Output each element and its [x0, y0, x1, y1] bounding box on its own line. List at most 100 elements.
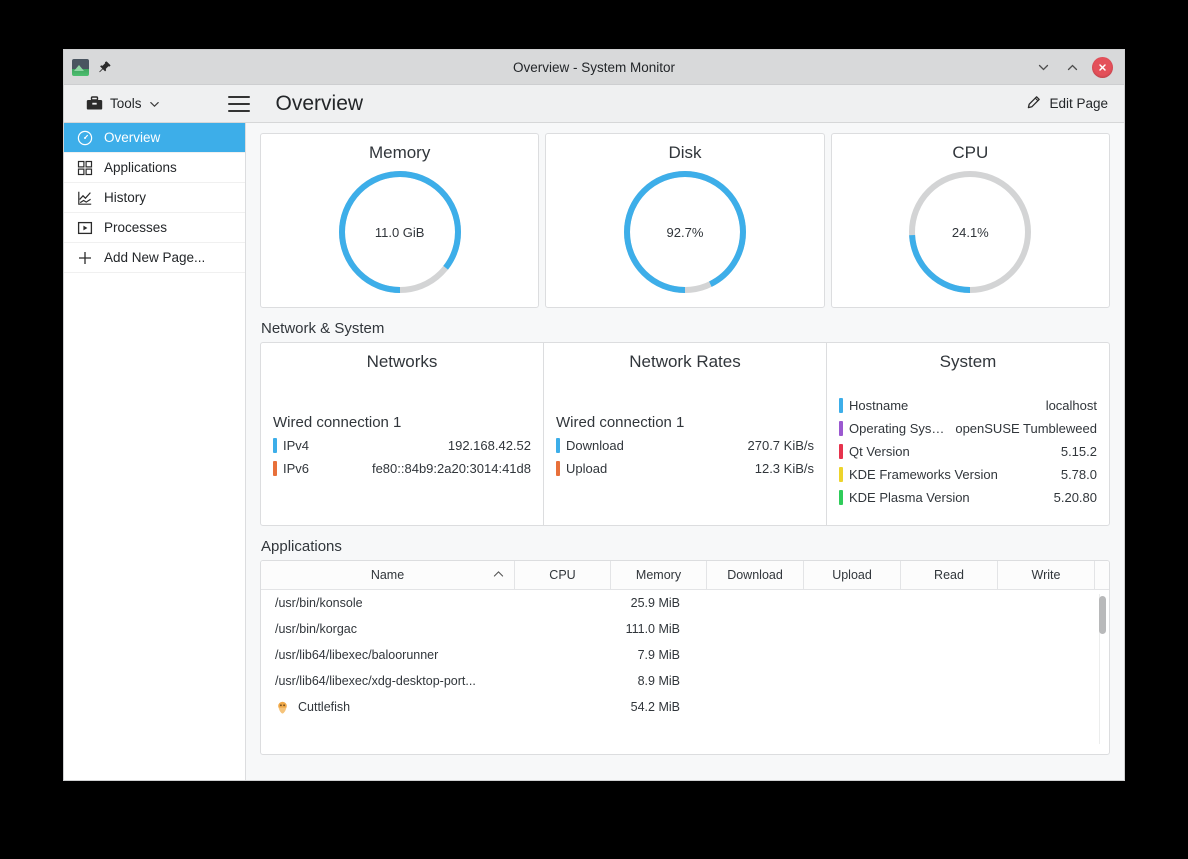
row-value: 5.20.80 [1053, 490, 1097, 505]
system-row: Operating Syste... openSUSE Tumbleweed [839, 417, 1097, 440]
table-row[interactable]: Cuttlefish 54.2 MiB [261, 694, 1109, 720]
gauge-title: CPU [952, 143, 989, 162]
cuttlefish-app-icon [275, 700, 290, 715]
sidebar-item-overview[interactable]: Overview [64, 123, 245, 153]
row-value: localhost [1045, 398, 1097, 413]
networks-panel: Networks Wired connection 1 IPv4 192.168… [261, 343, 543, 525]
table-row[interactable]: /usr/bin/konsole 25.9 MiB [261, 590, 1109, 616]
window-title: Overview - System Monitor [512, 59, 676, 75]
close-button[interactable] [1092, 56, 1113, 78]
sidebar-item-applications[interactable]: Applications [64, 153, 245, 183]
column-header-upload[interactable]: Upload [804, 561, 901, 589]
column-header-label: Write [1031, 568, 1061, 582]
play-box-icon [76, 219, 94, 237]
row-memory: 7.9 MiB [637, 648, 680, 662]
row-label: Operating Syste... [849, 421, 948, 436]
sidebar-item-history[interactable]: History [64, 183, 245, 213]
toolbar: Tools Overview Edit Page [64, 85, 1124, 123]
table-row[interactable]: /usr/bin/korgac 111.0 MiB [261, 616, 1109, 642]
system-row: Qt Version 5.15.2 [839, 440, 1097, 463]
legend-swatch [556, 461, 560, 476]
legend-swatch [839, 421, 843, 436]
column-header-name[interactable]: Name [261, 561, 515, 589]
chevron-down-icon [149, 98, 160, 109]
maximize-button[interactable] [1063, 58, 1081, 76]
network-rates-row: Download 270.7 KiB/s [556, 434, 814, 457]
grid-icon [76, 159, 94, 177]
sidebar-item-label: Overview [104, 130, 161, 145]
row-memory: 8.9 MiB [637, 674, 680, 688]
row-name: /usr/lib64/libexec/baloorunner [275, 648, 439, 662]
row-value: fe80::84b9:2a20:3014:41d8 [371, 461, 531, 476]
column-header-download[interactable]: Download [707, 561, 804, 589]
row-value: 5.78.0 [1060, 467, 1097, 482]
page-header: Overview Edit Page [250, 92, 1124, 116]
column-header-cpu[interactable]: CPU [515, 561, 611, 589]
hamburger-menu-icon[interactable] [227, 95, 250, 112]
networks-row: IPv6 fe80::84b9:2a20:3014:41d8 [273, 457, 531, 480]
line-chart-icon [76, 189, 94, 207]
network-rates-subtitle: Wired connection 1 [556, 414, 685, 431]
system-title: System [939, 352, 997, 371]
sidebar-item-label: Processes [104, 220, 168, 235]
gauge-value: 24.1% [951, 224, 989, 240]
row-name: Cuttlefish [298, 700, 351, 714]
disk-gauge: 92.7% [620, 167, 750, 297]
gauge-card-cpu: CPU 24.1% [830, 133, 1110, 308]
column-header-label: Memory [635, 568, 682, 582]
row-value: 270.7 KiB/s [747, 438, 815, 453]
legend-swatch [839, 490, 843, 505]
system-monitor-window: Overview - System Monitor Tools Overview… [64, 50, 1124, 780]
column-header-memory[interactable]: Memory [611, 561, 707, 589]
row-value: 12.3 KiB/s [754, 461, 814, 476]
edit-page-button[interactable]: Edit Page [1026, 95, 1108, 113]
sidebar-item-add-new-page[interactable]: Add New Page... [64, 243, 245, 273]
chevron-up-icon [493, 570, 504, 581]
column-header-label: Download [727, 568, 783, 582]
page-title: Overview [275, 91, 364, 115]
gauge-title: Memory [368, 143, 431, 162]
title-bar-left [64, 58, 113, 76]
row-label: Hostname [849, 398, 909, 413]
table-row[interactable]: /usr/lib64/libexec/xdg-desktop-port... 8… [261, 668, 1109, 694]
pencil-icon [1026, 95, 1041, 113]
legend-swatch [273, 438, 277, 453]
networks-title: Networks [366, 352, 438, 371]
column-header-read[interactable]: Read [901, 561, 998, 589]
legend-swatch [839, 467, 843, 482]
table-scrollbar[interactable] [1099, 594, 1106, 744]
applications-table: Name CPU Memory Download Upload Read Wri… [260, 560, 1110, 755]
system-rows: Hostname localhost Operating Syste... op… [839, 394, 1097, 509]
sidebar-item-processes[interactable]: Processes [64, 213, 245, 243]
row-name-with-icon: Cuttlefish [261, 700, 515, 715]
network-rates-title: Network Rates [629, 352, 741, 371]
tools-button[interactable]: Tools [76, 92, 170, 115]
row-label: Upload [566, 461, 608, 476]
cpu-gauge: 24.1% [905, 167, 1035, 297]
edit-page-label: Edit Page [1049, 96, 1108, 111]
table-row[interactable]: /usr/lib64/libexec/baloorunner 7.9 MiB [261, 642, 1109, 668]
speedometer-icon [76, 129, 94, 147]
minimize-button[interactable] [1034, 58, 1052, 76]
system-monitor-icon [72, 58, 89, 76]
column-header-label: Read [934, 568, 964, 582]
window-body: Overview Applications History Processes [64, 123, 1124, 780]
table-scrollbar-thumb[interactable] [1099, 596, 1106, 634]
system-row: KDE Plasma Version 5.20.80 [839, 486, 1097, 509]
network-rates-row: Upload 12.3 KiB/s [556, 457, 814, 480]
memory-gauge: 11.0 GiB [335, 167, 465, 297]
gauge-card-memory: Memory 11.0 GiB [260, 133, 540, 308]
row-label: Download [566, 438, 624, 453]
system-panel: System Hostname localhost Operating Syst… [826, 343, 1109, 525]
row-label: IPv6 [283, 461, 310, 476]
column-header-write[interactable]: Write [998, 561, 1095, 589]
plus-icon [76, 249, 94, 267]
pin-icon[interactable] [97, 59, 113, 75]
column-header-label: CPU [549, 568, 576, 582]
row-label: KDE Frameworks Version [849, 467, 998, 482]
tools-label: Tools [110, 96, 142, 111]
networks-subtitle: Wired connection 1 [273, 414, 402, 431]
row-value: 5.15.2 [1060, 444, 1097, 459]
column-header-spacer [1095, 561, 1109, 589]
table-body: /usr/bin/konsole 25.9 MiB /usr/bin/korga… [261, 590, 1109, 754]
